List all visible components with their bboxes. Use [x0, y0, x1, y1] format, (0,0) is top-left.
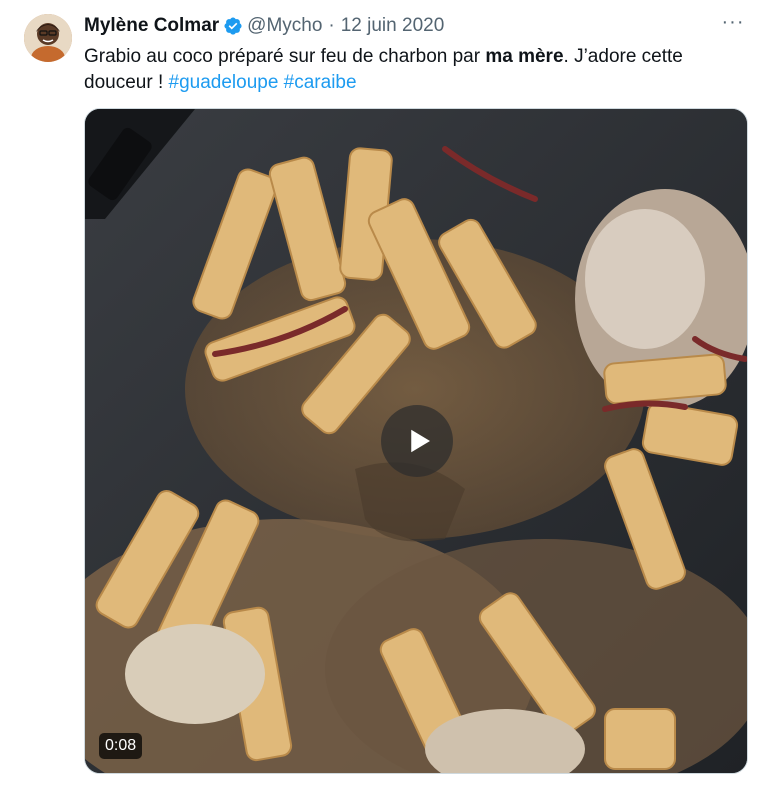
separator-dot: ·	[328, 15, 335, 36]
tweet-text-part: Grabio au coco préparé sur feu de charbo…	[84, 46, 486, 67]
verified-badge-icon	[224, 17, 242, 35]
more-options-icon[interactable]: ···	[718, 12, 748, 38]
author-handle[interactable]: @Mycho	[247, 15, 322, 37]
tweet-text-bold: ma mère	[485, 46, 564, 67]
avatar[interactable]	[24, 14, 72, 62]
play-icon	[410, 429, 430, 453]
hashtag-link[interactable]: #caraibe	[284, 72, 357, 93]
play-button[interactable]	[381, 405, 453, 477]
tweet-date[interactable]: 12 juin 2020	[341, 15, 445, 37]
tweet-text: Grabio au coco préparé sur feu de charbo…	[84, 44, 744, 96]
tweet[interactable]: Mylène Colmar @Mycho · 12 juin 2020 ··· …	[0, 0, 768, 786]
author-name[interactable]: Mylène Colmar	[84, 15, 219, 37]
video-duration: 0:08	[99, 733, 143, 759]
tweet-header: Mylène Colmar @Mycho · 12 juin 2020	[84, 14, 444, 38]
video-player[interactable]: 0:08	[84, 108, 748, 774]
avatar-image	[24, 14, 72, 62]
hashtag-link[interactable]: #guadeloupe	[169, 72, 279, 93]
